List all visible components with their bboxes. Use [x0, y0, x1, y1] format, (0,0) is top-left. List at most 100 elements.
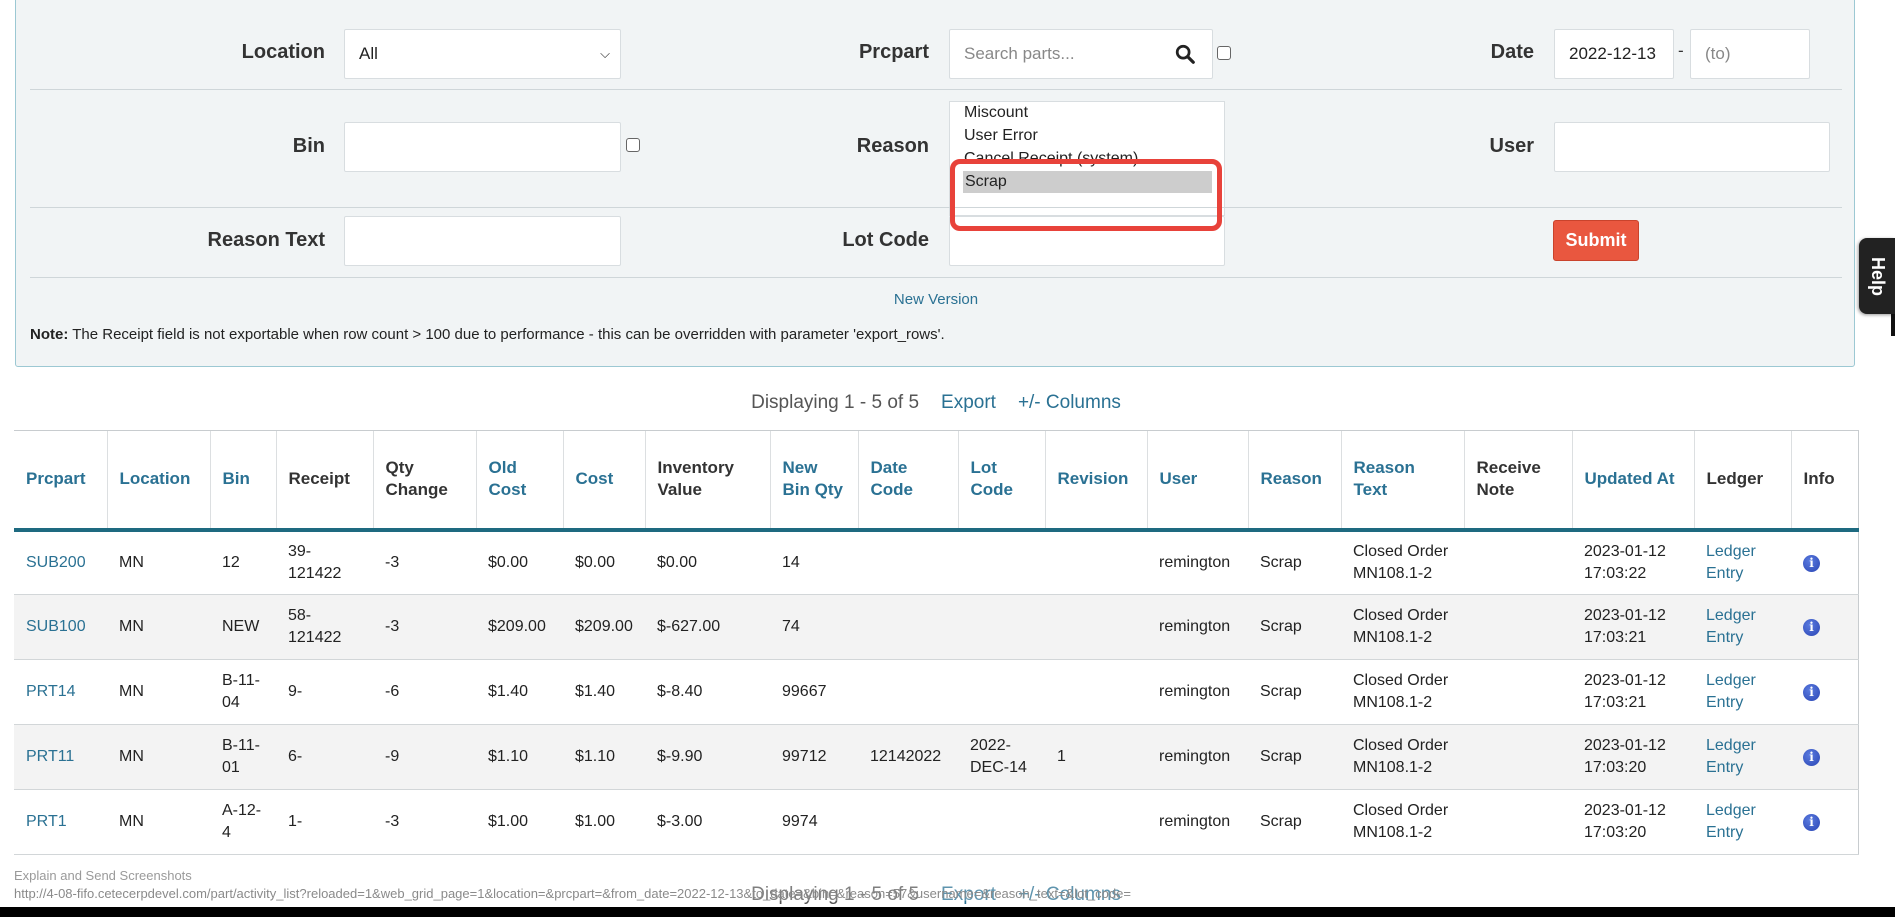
cell-reason: Scrap [1248, 789, 1341, 855]
prcpart-placeholder: Search parts... [964, 44, 1075, 63]
table-row: PRT11 MN B-11-01 6- -9 $1.10 $1.10 $-9.90 99712 1… [14, 724, 1859, 790]
cell-ledger: Ledger Entry [1694, 594, 1791, 660]
column-header-prcpart[interactable]: Prcpart [14, 430, 107, 532]
export-link[interactable]: Export [941, 392, 996, 413]
cell-location: MN [107, 724, 210, 790]
explain-send-screenshots[interactable]: Explain and Send Screenshots [14, 868, 192, 883]
cell-cost: $1.40 [563, 659, 645, 725]
note-prefix: Note: [30, 326, 69, 343]
date-from-input[interactable]: 2022-12-13 [1554, 29, 1674, 79]
submit-button[interactable]: Submit [1553, 220, 1639, 261]
cell-cost: $0.00 [563, 529, 645, 595]
column-header-reason-text[interactable]: Reason Text [1340, 430, 1464, 532]
cell-updated-at: 2023-01-12 17:03:21 [1572, 594, 1694, 660]
ledger-entry-link[interactable]: Ledger Entry [1706, 607, 1756, 646]
columns-toggle-link[interactable]: +/- Columns [1018, 392, 1121, 413]
column-header-qty-change: Qty Change [372, 430, 476, 532]
cell-receipt: 1- [276, 789, 373, 855]
reason-option-user-error[interactable]: User Error [964, 125, 1038, 147]
info-icon[interactable]: i [1803, 554, 1820, 572]
lot-code-input[interactable] [949, 216, 1225, 266]
cell-date-code [858, 659, 958, 725]
cell-bin: B-11-01 [210, 724, 276, 790]
column-header-ledger: Ledger [1693, 430, 1791, 532]
reason-option-miscount[interactable]: Miscount [964, 102, 1028, 124]
cell-new-bin-qty: 14 [770, 529, 858, 595]
user-label: User [1489, 135, 1534, 157]
cell-qty-change: -3 [373, 594, 476, 660]
cell-lot-code [958, 659, 1045, 725]
form-divider [949, 207, 1225, 208]
cell-ledger: Ledger Entry [1694, 659, 1791, 725]
prcpart-link[interactable]: PRT1 [26, 813, 67, 830]
column-header-cost[interactable]: Cost [562, 430, 645, 532]
ledger-entry-link[interactable]: Ledger Entry [1706, 672, 1756, 711]
reason-option-scrap[interactable]: Scrap [963, 171, 1212, 193]
cell-qty-change: -3 [373, 789, 476, 855]
ledger-entry-link[interactable]: Ledger Entry [1706, 802, 1756, 841]
cell-updated-at: 2023-01-12 17:03:22 [1572, 529, 1694, 595]
new-version-link[interactable]: New Version [894, 291, 978, 308]
cell-inventory-value: $-627.00 [645, 594, 770, 660]
column-header-receive-note: Receive Note [1463, 430, 1572, 532]
new-version-row: New Version [0, 291, 1872, 308]
reason-listbox[interactable]: Miscount User Error Cancel Receipt (syst… [949, 101, 1225, 216]
reason-option-cancel-receipt[interactable]: Cancel Receipt (system) [964, 148, 1138, 170]
prcpart-link[interactable]: SUB200 [26, 554, 86, 571]
pagination-bar: Displaying 1 - 5 of 5 Export +/- Columns [0, 392, 1872, 414]
info-icon[interactable]: i [1803, 814, 1820, 831]
cell-new-bin-qty: 9974 [770, 789, 858, 855]
column-header-revision[interactable]: Revision [1044, 430, 1147, 532]
cell-date-code [858, 594, 958, 660]
cell-location: MN [107, 789, 210, 855]
cell-receipt: 9- [276, 659, 373, 725]
cell-updated-at: 2023-01-12 17:03:20 [1572, 724, 1694, 790]
info-icon[interactable]: i [1803, 684, 1820, 701]
cell-info: i [1791, 529, 1859, 595]
chevron-down-icon: ⌵ [600, 46, 610, 61]
help-tab[interactable]: Help [1859, 238, 1895, 314]
bin-checkbox[interactable] [626, 138, 640, 152]
date-to-placeholder: (to) [1705, 44, 1731, 63]
reason-text-input[interactable] [344, 216, 621, 266]
column-header-user[interactable]: User [1146, 430, 1248, 532]
cell-updated-at: 2023-01-12 17:03:21 [1572, 659, 1694, 725]
column-header-updated-at[interactable]: Updated At [1571, 430, 1694, 532]
prcpart-checkbox[interactable] [1217, 46, 1231, 60]
cell-bin: B-11-04 [210, 659, 276, 725]
cell-inventory-value: $-8.40 [645, 659, 770, 725]
prcpart-link[interactable]: PRT11 [26, 748, 74, 765]
cell-receipt: 39-121422 [276, 529, 373, 595]
info-icon[interactable]: i [1803, 619, 1820, 636]
prcpart-search-input[interactable]: Search parts... [949, 29, 1213, 79]
cell-reason: Scrap [1248, 594, 1341, 660]
date-to-input[interactable]: (to) [1690, 29, 1810, 79]
prcpart-link[interactable]: PRT14 [26, 683, 76, 700]
column-header-reason[interactable]: Reason [1247, 430, 1341, 532]
column-header-date-code[interactable]: Date Code [857, 430, 958, 532]
cell-cost: $1.00 [563, 789, 645, 855]
column-header-bin[interactable]: Bin [209, 430, 276, 532]
status-url: http://4-08-fifo.cetecerpdevel.com/part/… [14, 886, 1131, 901]
column-header-lot-code[interactable]: Lot Code [957, 430, 1045, 532]
note-text: The Receipt field is not exportable when… [68, 326, 945, 343]
search-icon[interactable] [1174, 43, 1196, 65]
ledger-entry-link[interactable]: Ledger Entry [1706, 737, 1756, 776]
cell-inventory-value: $-3.00 [645, 789, 770, 855]
column-header-old-cost[interactable]: Old Cost [475, 430, 563, 532]
cell-revision [1045, 659, 1147, 725]
location-label: Location [241, 41, 325, 63]
cell-qty-change: -3 [373, 529, 476, 595]
location-select[interactable]: All ⌵ [344, 29, 621, 79]
user-input[interactable] [1554, 122, 1830, 172]
cell-user: remington [1147, 659, 1248, 725]
cell-lot-code [958, 789, 1045, 855]
info-icon[interactable]: i [1803, 749, 1820, 766]
help-label: Help [1867, 256, 1888, 296]
ledger-entry-link[interactable]: Ledger Entry [1706, 543, 1756, 582]
prcpart-link[interactable]: SUB100 [26, 618, 86, 635]
column-header-location[interactable]: Location [106, 430, 210, 532]
bin-input[interactable] [344, 122, 621, 172]
column-header-new-bin-qty[interactable]: New Bin Qty [769, 430, 858, 532]
cell-old-cost: $209.00 [476, 594, 563, 660]
